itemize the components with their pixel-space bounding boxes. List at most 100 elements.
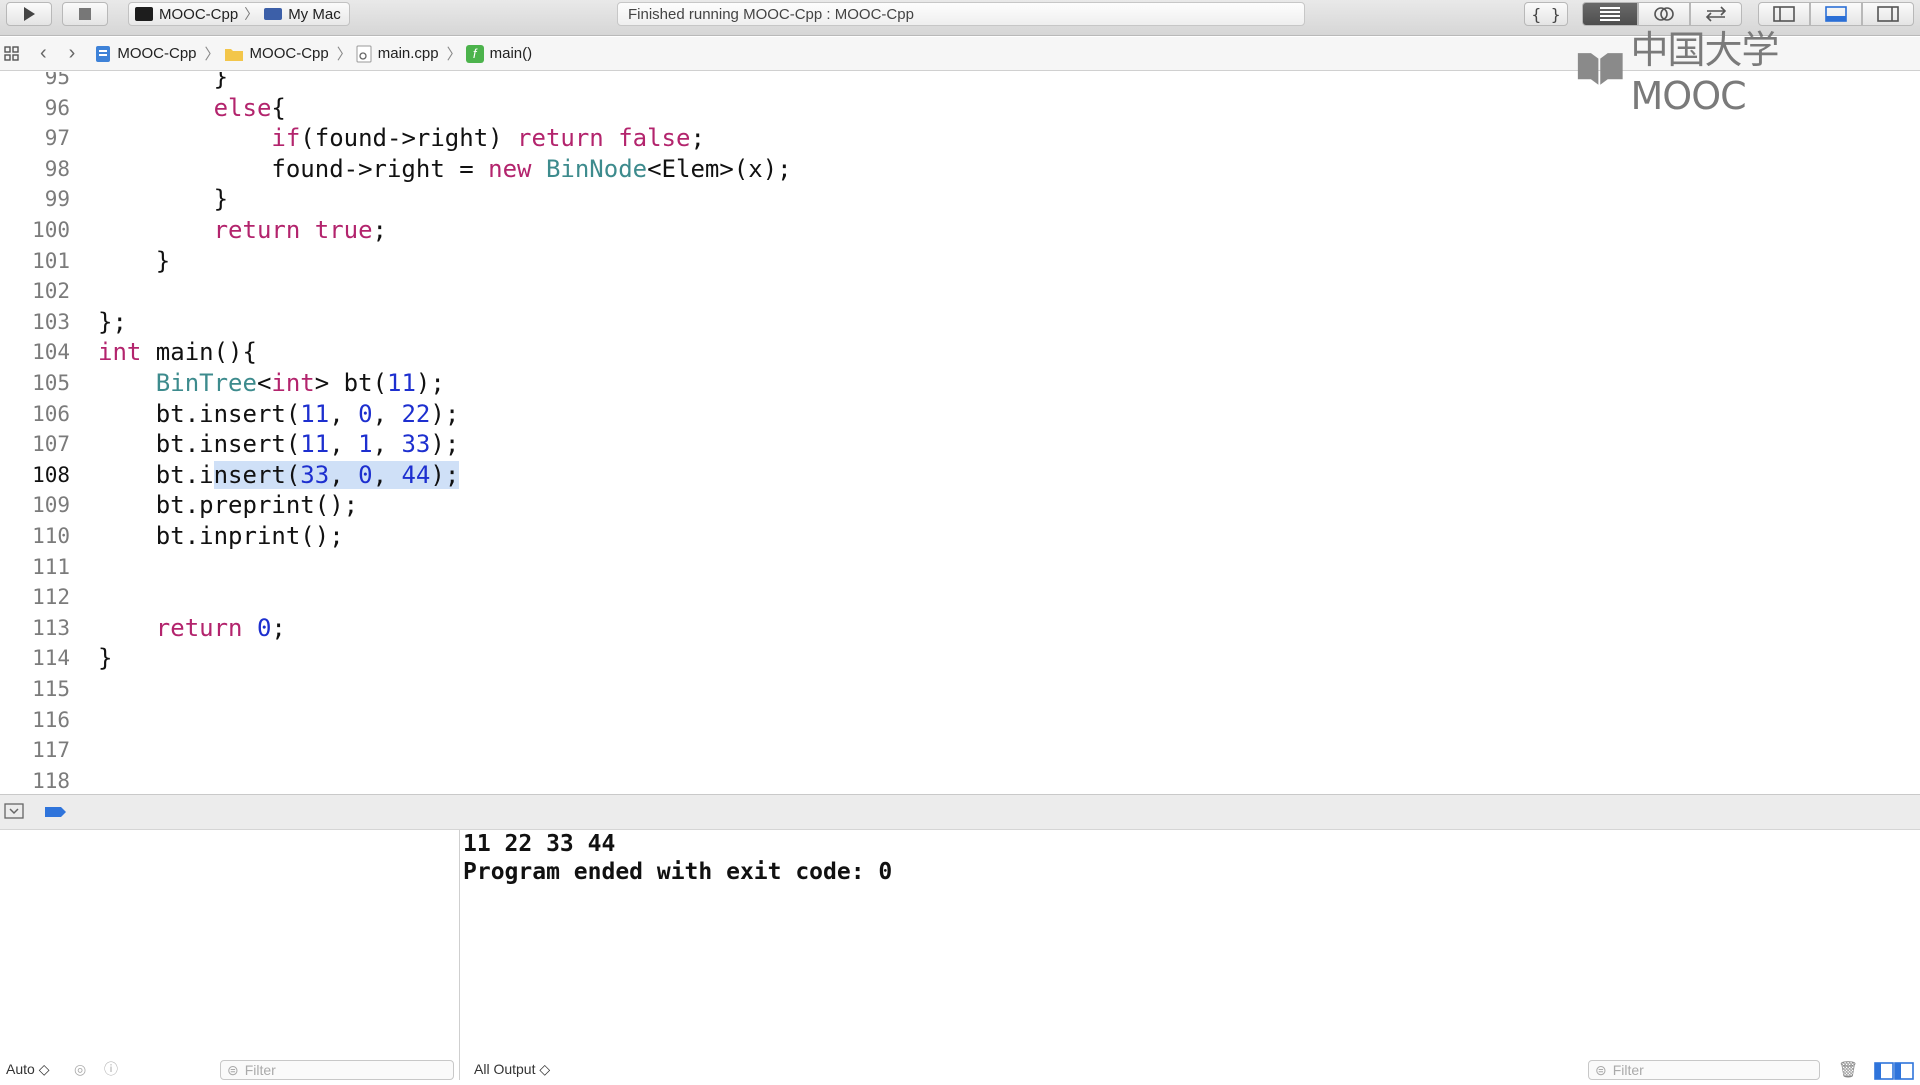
chevron-right-icon: 〉 — [244, 6, 259, 22]
code-token: bt.insert( — [98, 399, 301, 428]
stop-button[interactable] — [62, 2, 108, 26]
breadcrumb-symbol[interactable]: f main() — [465, 44, 533, 63]
code-line[interactable]: 99 } — [0, 184, 1920, 214]
auto-variables-select[interactable]: Auto ◇ — [6, 1061, 49, 1078]
console-filter-placeholder: Filter — [1612, 1062, 1644, 1078]
line-number: 110 — [32, 524, 70, 548]
hide-debug-area-icon[interactable] — [4, 803, 24, 824]
code-token: <Elem>(x); — [647, 154, 792, 183]
code-token: 0 — [256, 613, 272, 642]
line-number: 107 — [32, 432, 70, 457]
filter-icon: ⊜ — [227, 1061, 239, 1078]
code-line[interactable]: 98 found->right = new BinNode<Elem>(x); — [0, 154, 1920, 184]
related-items-icon[interactable] — [4, 45, 24, 62]
code-line[interactable]: 102 — [0, 276, 1920, 306]
code-token: 22 — [401, 399, 431, 428]
console-filter-field[interactable]: ⊜ Filter — [1588, 1060, 1820, 1080]
mooc-logo-icon — [1577, 53, 1623, 85]
braces-icon: { } — [1531, 4, 1561, 24]
breadcrumb-file[interactable]: main.cpp — [356, 45, 439, 63]
code-token: 11 — [387, 369, 416, 397]
mac-icon — [264, 8, 283, 20]
code-line[interactable]: 115 — [0, 674, 1920, 704]
output-select[interactable]: All Output ◇ — [474, 1061, 550, 1078]
variables-filter-field[interactable]: ⊜ Filter — [220, 1060, 454, 1080]
code-token: ); — [415, 369, 445, 397]
code-text: found->right = new BinNode<Elem>(x); — [98, 154, 792, 184]
code-line[interactable]: 118 — [0, 766, 1920, 792]
code-token: bt.insert( — [98, 430, 301, 459]
code-token: , — [372, 399, 402, 428]
console-line: Program ended with exit code: 0 — [463, 859, 893, 885]
code-token: bt.preprint(); — [98, 491, 359, 520]
code-token: , — [372, 430, 402, 459]
mooc-watermark: 中国大学MOOC — [1576, 28, 1876, 118]
line-number: 108 — [32, 462, 70, 487]
line-number: 100 — [32, 218, 70, 242]
line-number: 112 — [32, 585, 70, 610]
line-number: 115 — [32, 677, 70, 701]
eye-icon[interactable]: ◎ — [74, 1061, 86, 1078]
code-token: ; — [372, 216, 387, 244]
line-number: 116 — [32, 707, 70, 732]
line-number: 109 — [32, 493, 70, 518]
code-line[interactable]: 109 bt.preprint(); — [0, 490, 1920, 520]
breadcrumb-symbol-label: main() — [489, 45, 533, 62]
code-token: , — [329, 399, 359, 428]
code-line[interactable]: 103}; — [0, 307, 1920, 337]
code-text: } — [98, 246, 170, 276]
code-token: return — [155, 613, 243, 642]
code-token: new — [488, 154, 532, 183]
code-line[interactable]: 114} — [0, 643, 1920, 673]
code-token: BinTree — [155, 369, 257, 397]
breadcrumb-folder[interactable]: MOOC-Cpp — [224, 45, 329, 62]
code-line[interactable]: 97 if(found->right) return false; — [0, 123, 1920, 153]
run-button[interactable] — [6, 2, 52, 26]
line-number: 101 — [32, 248, 70, 273]
code-line[interactable]: 112 — [0, 582, 1920, 612]
line-number: 105 — [32, 371, 70, 395]
code-line[interactable]: 116 — [0, 705, 1920, 735]
code-line[interactable]: 100 return true; — [0, 215, 1920, 245]
code-token: ; — [271, 613, 286, 642]
variables-view[interactable] — [0, 830, 460, 1080]
code-line[interactable]: 107 bt.insert(11, 1, 33); — [0, 429, 1920, 459]
code-line[interactable]: 105 BinTree<int> bt(11); — [0, 368, 1920, 398]
code-line[interactable]: 104 int main(){ — [0, 337, 1920, 367]
chevron-right-icon: 〉 — [336, 46, 352, 63]
source-editor[interactable]: 95 } 96 else{97 if(found->right) return f… — [0, 72, 1920, 792]
console-line: 11 22 33 44 — [463, 831, 616, 857]
back-arrow-icon[interactable]: ‹ — [40, 42, 47, 65]
code-token: else — [213, 93, 272, 122]
code-line[interactable]: 111 — [0, 552, 1920, 582]
code-line[interactable]: 117 — [0, 735, 1920, 765]
code-token: { — [271, 93, 286, 122]
code-line[interactable]: 106 bt.insert(11, 0, 22); — [0, 399, 1920, 429]
code-line[interactable]: 101 } — [0, 246, 1920, 276]
code-text: } — [98, 184, 228, 214]
code-text: else{ — [98, 93, 286, 123]
console-output[interactable]: 11 22 33 44 Program ended with exit code:… — [461, 830, 1920, 1080]
code-text: return 0; — [98, 613, 286, 643]
breadcrumb-project[interactable]: MOOC-Cpp — [95, 45, 197, 63]
code-line[interactable]: 110 bt.inprint(); — [0, 521, 1920, 551]
right-panel-icon — [1877, 6, 1899, 22]
code-line[interactable]: 108 bt.insert(33, 0, 44); — [0, 460, 1920, 490]
split-console-icon[interactable] — [1874, 1062, 1914, 1085]
code-text: bt.insert(11, 0, 22); — [98, 399, 459, 429]
info-icon[interactable]: ⓘ — [104, 1059, 118, 1079]
code-line[interactable]: 113 return 0; — [0, 613, 1920, 643]
code-token: 0 — [358, 460, 373, 489]
forward-arrow-icon[interactable]: › — [69, 42, 76, 65]
trash-icon[interactable]: 🗑 — [1838, 1060, 1858, 1080]
scheme-selector[interactable]: MOOC-Cpp 〉 My Mac — [128, 2, 350, 26]
breadcrumb-file-label: main.cpp — [377, 45, 439, 62]
code-text: return true; — [98, 215, 387, 245]
library-button[interactable]: { } — [1524, 2, 1568, 26]
breakpoints-toggle-icon[interactable] — [44, 805, 68, 824]
code-token: , — [372, 460, 402, 489]
line-number: 106 — [32, 401, 70, 426]
